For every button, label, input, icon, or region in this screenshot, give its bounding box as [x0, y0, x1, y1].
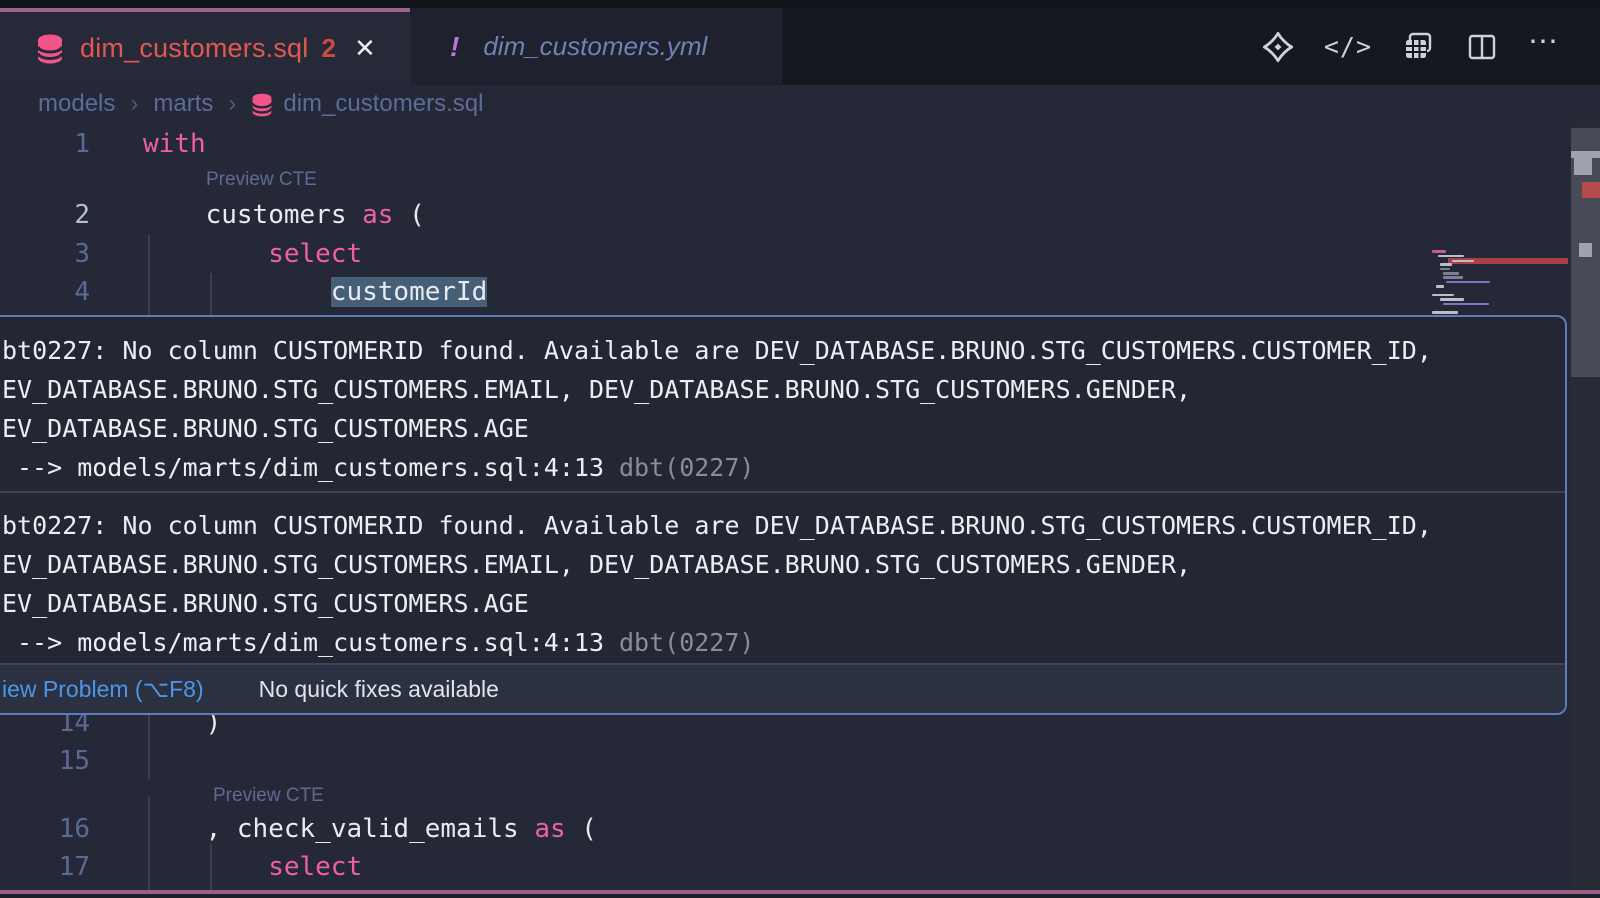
- scrollbar-track[interactable]: [1571, 122, 1600, 898]
- minimap-code-bar: [1432, 294, 1454, 297]
- minimap-code-bar: [1443, 276, 1463, 279]
- line-number: 15: [38, 742, 90, 780]
- code-line[interactable]: 2 customers as (: [0, 196, 1430, 234]
- indent-guide: [210, 844, 212, 890]
- minimap-code-bar: [1432, 311, 1458, 314]
- split-editor-icon[interactable]: [1466, 31, 1498, 63]
- code-line[interactable]: 15: [0, 742, 1430, 780]
- database-icon: [36, 33, 64, 65]
- code-editor[interactable]: 1withPreview CTE2customers as (3select4c…: [0, 122, 1600, 898]
- compiled-code-icon[interactable]: </>: [1324, 32, 1372, 61]
- tab-filename: dim_customers.sql: [80, 33, 308, 64]
- editor-tab-bar: dim_customers.sql 2 ✕ ! dim_customers.ym…: [0, 8, 1600, 85]
- minimap-code-bar: [1443, 272, 1459, 275]
- indent-guide: [148, 715, 150, 780]
- problem-source-code: dbt(0227): [619, 453, 754, 482]
- line-number: 17: [38, 848, 90, 886]
- indent-guide: [148, 235, 150, 315]
- problem-message-line: EV_DATABASE.BRUNO.STG_CUSTOMERS.AGE: [2, 409, 1555, 448]
- code-line[interactable]: 4 customerId: [0, 273, 1430, 311]
- problem-message-line: EV_DATABASE.BRUNO.STG_CUSTOMERS.EMAIL, D…: [2, 370, 1555, 409]
- error-exclamation-icon: !: [450, 31, 459, 63]
- query-results-table-icon[interactable]: [1402, 30, 1436, 64]
- tab-dim-customers-sql[interactable]: dim_customers.sql 2 ✕: [0, 8, 410, 85]
- tab-filename: dim_customers.yml: [483, 31, 707, 62]
- highlighted-word-customerId: customerId: [331, 277, 488, 307]
- code-line[interactable]: 1 with: [0, 125, 1430, 163]
- panel-below-edge: [0, 894, 1600, 898]
- line-number: 1: [38, 125, 90, 163]
- editor-action-toolbar: </> ⋯: [1262, 8, 1600, 85]
- open-paren: (: [393, 200, 424, 230]
- minimap-code-bar: [1438, 255, 1464, 258]
- line-number: 2: [38, 196, 90, 234]
- minimap-code-bar: [1440, 263, 1452, 266]
- database-icon: [251, 92, 273, 118]
- code-line-text: customers as (: [206, 196, 425, 234]
- chevron-right-icon: ›: [228, 90, 236, 118]
- code-lens-preview-cte[interactable]: Preview CTE: [206, 166, 317, 194]
- problem-hover-panel: bt0227: No column CUSTOMERID found. Avai…: [0, 315, 1567, 715]
- problem-message-block: bt0227: No column CUSTOMERID found. Avai…: [0, 317, 1565, 491]
- chevron-right-icon: ›: [130, 90, 138, 118]
- minimap-code-bar: [1452, 260, 1474, 263]
- problem-location-line: --> models/marts/dim_customers.sql:4:13 d…: [2, 623, 1555, 662]
- code-line-text: customerId: [331, 273, 488, 311]
- minimap-code-bar: [1436, 285, 1444, 288]
- indent-guide: [210, 273, 212, 315]
- overview-ruler-mark: [1579, 243, 1592, 257]
- problem-message-line: EV_DATABASE.BRUNO.STG_CUSTOMERS.AGE: [2, 584, 1555, 623]
- problem-message-line: bt0227: No column CUSTOMERID found. Avai…: [2, 331, 1555, 370]
- view-problem-link[interactable]: iew Problem (⌥F8): [2, 676, 204, 703]
- problem-file-location[interactable]: --> models/marts/dim_customers.sql:4:13: [17, 453, 604, 482]
- code-line-text: with: [143, 125, 206, 163]
- minimap-code-bar: [1432, 250, 1446, 253]
- breadcrumb-item-file[interactable]: dim_customers.sql: [283, 90, 483, 118]
- code-line-text: , check_valid_emails as (: [206, 810, 597, 848]
- tab-problem-count-badge: 2: [321, 33, 335, 64]
- more-actions-icon[interactable]: ⋯: [1528, 37, 1560, 57]
- dbt-power-user-icon[interactable]: [1262, 31, 1294, 63]
- code-line[interactable]: 3 select: [0, 235, 1430, 273]
- minimap-code-bar: [1443, 303, 1489, 306]
- minimap-code-bar: [1440, 268, 1450, 271]
- no-quick-fixes-text: No quick fixes available: [259, 676, 499, 703]
- breadcrumb-item-marts[interactable]: marts: [153, 90, 213, 118]
- line-number: 16: [38, 810, 90, 848]
- problem-messages: bt0227: No column CUSTOMERID found. Avai…: [0, 317, 1565, 663]
- breadcrumb-item-models[interactable]: models: [38, 90, 115, 118]
- problem-message-block: bt0227: No column CUSTOMERID found. Avai…: [0, 491, 1565, 663]
- line-number: 3: [38, 235, 90, 273]
- code-line-text: select: [268, 235, 362, 273]
- close-icon[interactable]: ✕: [354, 33, 376, 64]
- problem-source-code: dbt(0227): [619, 628, 754, 657]
- overview-ruler-mark: [1574, 158, 1592, 175]
- problem-message-line: bt0227: No column CUSTOMERID found. Avai…: [2, 506, 1555, 545]
- tab-dim-customers-yml[interactable]: ! dim_customers.yml: [410, 8, 782, 85]
- hover-status-bar: iew Problem (⌥F8) No quick fixes availab…: [0, 663, 1565, 713]
- minimap-code-bar: [1440, 298, 1464, 301]
- overview-ruler-mark: [1571, 151, 1600, 158]
- overview-ruler-error-mark: [1582, 182, 1600, 198]
- breadcrumb: models › marts › dim_customers.sql: [0, 85, 1600, 122]
- minimap-code-bar: [1446, 281, 1490, 284]
- window-top-edge: [0, 0, 1600, 8]
- code-line-text: select: [268, 848, 362, 886]
- vscode-editor-window: dim_customers.sql 2 ✕ ! dim_customers.ym…: [0, 0, 1600, 898]
- code-lens-preview-cte[interactable]: Preview CTE: [213, 782, 324, 810]
- indent-guide: [148, 796, 150, 890]
- problem-location-line: --> models/marts/dim_customers.sql:4:13 d…: [2, 448, 1555, 487]
- line-number: 4: [38, 273, 90, 311]
- code-line[interactable]: 17 select: [0, 848, 1430, 886]
- problem-message-line: EV_DATABASE.BRUNO.STG_CUSTOMERS.EMAIL, D…: [2, 545, 1555, 584]
- problem-file-location[interactable]: --> models/marts/dim_customers.sql:4:13: [17, 628, 604, 657]
- code-line[interactable]: 16 , check_valid_emails as (: [0, 810, 1430, 848]
